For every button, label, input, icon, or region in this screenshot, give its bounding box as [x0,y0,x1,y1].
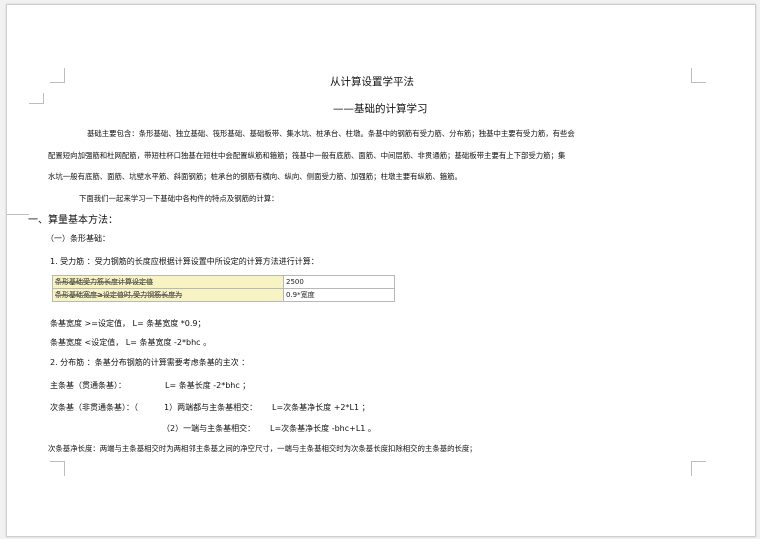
setting-label: 条形基础受力筋长度计算设定值 [52,275,284,289]
setting-value[interactable]: 0.9*宽度 [283,288,395,302]
crop-mark-bottom-left [50,461,65,476]
intro-line-3: 水坑一般有底筋、面筋、坑壁水平筋、斜面钢筋；桩承台的钢筋有横向、纵向、侧面受力筋… [48,172,462,181]
intro-line-4: 下面我们一起来学习一下基础中各构件的特点及钢筋的计算： [79,194,279,203]
secondary-strip-label: 次条基（非贯通条基）：（ [50,403,138,412]
secondary-case-1: 1）两端都与主条基相交： [164,403,258,412]
closing-line: 次条基净长度：两端与主条基相交时为两相邻主条基之间的净空尺寸，一端与主条基相交时… [48,444,477,453]
main-strip-label: 主条基（贯通条基）： [50,381,126,390]
intro-line-2: 配置短向加强筋和杜网配筋，带短柱杯口独基在短柱中会配置纵筋和箍筋；筏基中一般有底… [48,151,566,160]
setting-label: 条形基础宽度≥设定值时,受力钢筋长度为 [52,288,284,302]
doc-subtitle: ——基础的计算学习 [333,103,428,115]
crop-mark-left-stub [29,93,44,104]
table-row: 条形基础受力筋长度计算设定值 2500 [52,275,395,289]
secondary-case-2: （2）一端与主条基相交： [162,424,256,433]
crop-mark-bottom-right [691,461,706,476]
subsection-heading: （一）条形基础： [46,234,110,243]
item-2-heading: 2. 分布筋 ：条基分布钢筋的计算需要考虑条基的主次 ： [50,358,250,367]
calc-settings-table: 条形基础受力筋长度计算设定值 2500 条形基础宽度≥设定值时,受力钢筋长度为 … [52,275,395,302]
doc-title: 从计算设置学平法 [330,76,414,88]
rule-line-2: 条基宽度 <设定值， L= 条基宽度 -2*bhc 。 [50,338,212,347]
crop-mark-top-right [691,68,706,83]
setting-value[interactable]: 2500 [283,275,395,289]
page-left-rule [7,214,29,216]
item-1-heading: 1. 受力筋 ：受力钢筋的长度应根据计算设置中所设定的计算方法进行计算： [50,257,319,266]
section-heading: 一、算量基本方法： [28,215,118,226]
main-strip-formula: L= 条基长度 -2*bhc ； [165,381,251,390]
secondary-formula-1: L=次条基净长度 +2*L1 ； [272,403,370,412]
secondary-formula-2: L=次条基净长度 -bhc+L1 。 [270,424,376,433]
table-row: 条形基础宽度≥设定值时,受力钢筋长度为 0.9*宽度 [52,288,395,302]
crop-mark-top-left [50,68,65,83]
intro-line-1: 基础主要包含：条形基础、独立基础、筏形基础、基础板带、集水坑、桩承台、柱墩。条基… [87,129,575,138]
rule-line-1: 条基宽度 >=设定值， L= 条基宽度 *0.9； [50,319,206,328]
